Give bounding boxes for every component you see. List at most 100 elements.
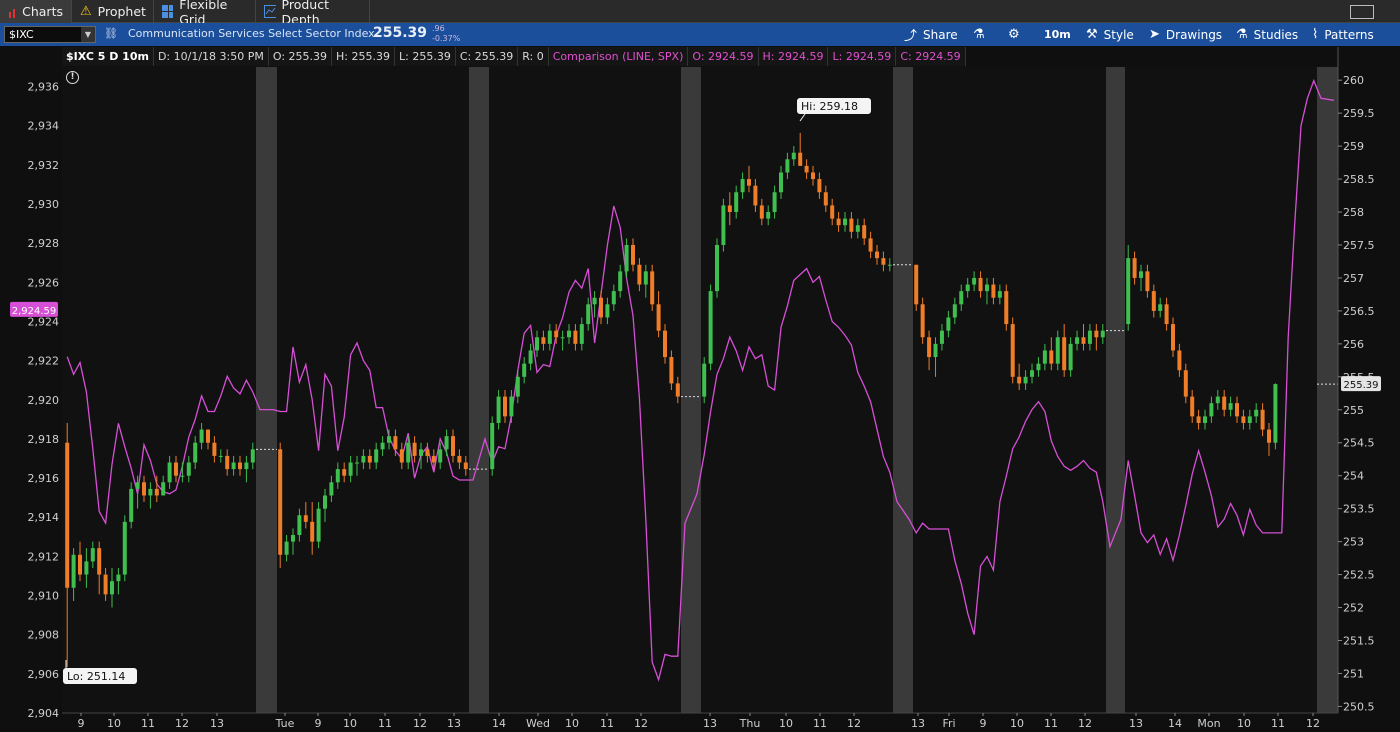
candle-body <box>991 284 996 298</box>
x-axis-tick-label: 13 <box>210 717 224 730</box>
right-axis-tick-label: 255 <box>1343 404 1364 417</box>
candle-body <box>1062 337 1067 371</box>
candle-body <box>522 363 527 377</box>
price-chart[interactable]: 2,936 2,934 2,932 2,930 2,928 2,926 2,924 2,922… <box>0 0 1400 732</box>
bar-high: H: 255.39 <box>332 47 395 66</box>
right-axis-tick-label: 258.5 <box>1343 173 1375 186</box>
session-gap <box>893 67 913 713</box>
candle-body <box>1010 324 1015 377</box>
candle-body <box>329 482 334 496</box>
comparison-high: H: 2924.59 <box>758 47 829 66</box>
x-axis-tick-label: 11 <box>1271 717 1285 730</box>
candle-body <box>618 271 623 292</box>
right-axis-tick-label: 259 <box>1343 140 1364 153</box>
left-axis-tick-label: 2,928 <box>28 237 60 250</box>
candle-body <box>1177 350 1182 371</box>
bar-date: D: 10/1/18 3:50 PM <box>153 47 269 66</box>
candle-body <box>78 554 82 575</box>
x-axis-tick-label: 12 <box>175 717 189 730</box>
left-axis-tick-label: 2,910 <box>28 590 60 603</box>
right-axis-tick-label: 257 <box>1343 272 1364 285</box>
candle-body <box>451 436 455 456</box>
candle-body <box>855 225 860 232</box>
candle-body <box>238 462 242 470</box>
candle-body <box>250 449 255 463</box>
x-axis-tick-label: Wed <box>526 717 550 730</box>
candle-body <box>708 291 713 364</box>
left-axis-tick-label: 2,934 <box>28 120 60 133</box>
candle-body <box>116 574 121 582</box>
candle-body <box>1235 403 1239 417</box>
x-axis-tick-label: Thu <box>739 717 761 730</box>
candle-body <box>348 462 353 476</box>
candle-body <box>1081 337 1086 344</box>
candle-body <box>84 561 89 575</box>
right-axis-tick-label: 251 <box>1343 667 1364 680</box>
candle-body <box>804 165 809 173</box>
comparison-low: L: 2924.59 <box>828 47 897 66</box>
candle-body <box>212 442 217 456</box>
candle-body <box>148 488 153 496</box>
candle-body <box>161 482 166 496</box>
session-gap <box>681 67 701 713</box>
candle-body <box>393 436 398 450</box>
right-axis-tick-label: 257.5 <box>1343 239 1375 252</box>
candle-body <box>1145 271 1150 292</box>
right-axis-tick-label: 252.5 <box>1343 569 1375 582</box>
symbol-period: $IXC 5 D 10m <box>62 47 154 66</box>
candle-body <box>65 442 70 588</box>
candle-body <box>599 297 603 318</box>
candle-body <box>535 337 539 351</box>
candle-body <box>887 264 892 266</box>
candle-body <box>811 172 815 180</box>
candle-body <box>830 205 835 219</box>
session-gap <box>469 67 489 713</box>
left-axis-tick-label: 2,932 <box>28 159 60 172</box>
session-gap <box>256 67 277 713</box>
candle-body <box>579 324 584 344</box>
candle-body <box>946 317 951 331</box>
comparison-open: O: 2924.59 <box>688 47 759 66</box>
candle-body <box>316 508 321 542</box>
candle-body <box>1017 376 1022 384</box>
candle-body <box>721 205 726 245</box>
candle-body <box>97 548 102 575</box>
candle-body <box>412 442 417 456</box>
left-axis-tick-label: 2,936 <box>28 81 60 94</box>
x-axis-tick-label: 10 <box>343 717 357 730</box>
candle-body <box>920 304 925 338</box>
candle-body <box>380 442 385 450</box>
candle-body <box>231 462 236 470</box>
candle-body <box>342 469 347 476</box>
candle-body <box>199 429 204 443</box>
right-axis-tick-label: 258 <box>1343 206 1364 219</box>
candle-body <box>206 429 210 443</box>
candle-body <box>1267 429 1271 443</box>
candle-body <box>669 357 674 384</box>
candle-body <box>747 179 751 186</box>
candle-body <box>643 271 648 285</box>
candle-body <box>244 462 249 470</box>
x-axis-tick-label: 14 <box>492 717 506 730</box>
candle-body <box>1139 271 1143 278</box>
x-axis-tick-label: 13 <box>911 717 925 730</box>
candle-body <box>1087 330 1092 344</box>
candle-body <box>734 192 739 213</box>
candle-body <box>1132 258 1137 278</box>
x-axis-tick-label: 12 <box>634 717 648 730</box>
left-axis-tick-label: 2,920 <box>28 394 60 407</box>
x-axis-tick-label: Fri <box>942 717 955 730</box>
right-axis-tick-label: 250.5 <box>1343 700 1375 713</box>
x-axis-tick-label: 9 <box>78 717 85 730</box>
high-marker-label-text: Hi: 259.18 <box>801 100 858 113</box>
bar-open: O: 255.39 <box>268 47 333 66</box>
alert-icon[interactable]: ! <box>66 71 79 84</box>
candle-body <box>1055 337 1060 364</box>
candle-body <box>186 462 191 476</box>
candle-body <box>817 179 822 193</box>
candle-body <box>772 192 777 213</box>
x-axis-tick-label: 13 <box>1129 717 1143 730</box>
right-axis-tick-label: 253.5 <box>1343 503 1375 516</box>
candle-body <box>225 455 230 470</box>
candle-body <box>875 251 879 259</box>
